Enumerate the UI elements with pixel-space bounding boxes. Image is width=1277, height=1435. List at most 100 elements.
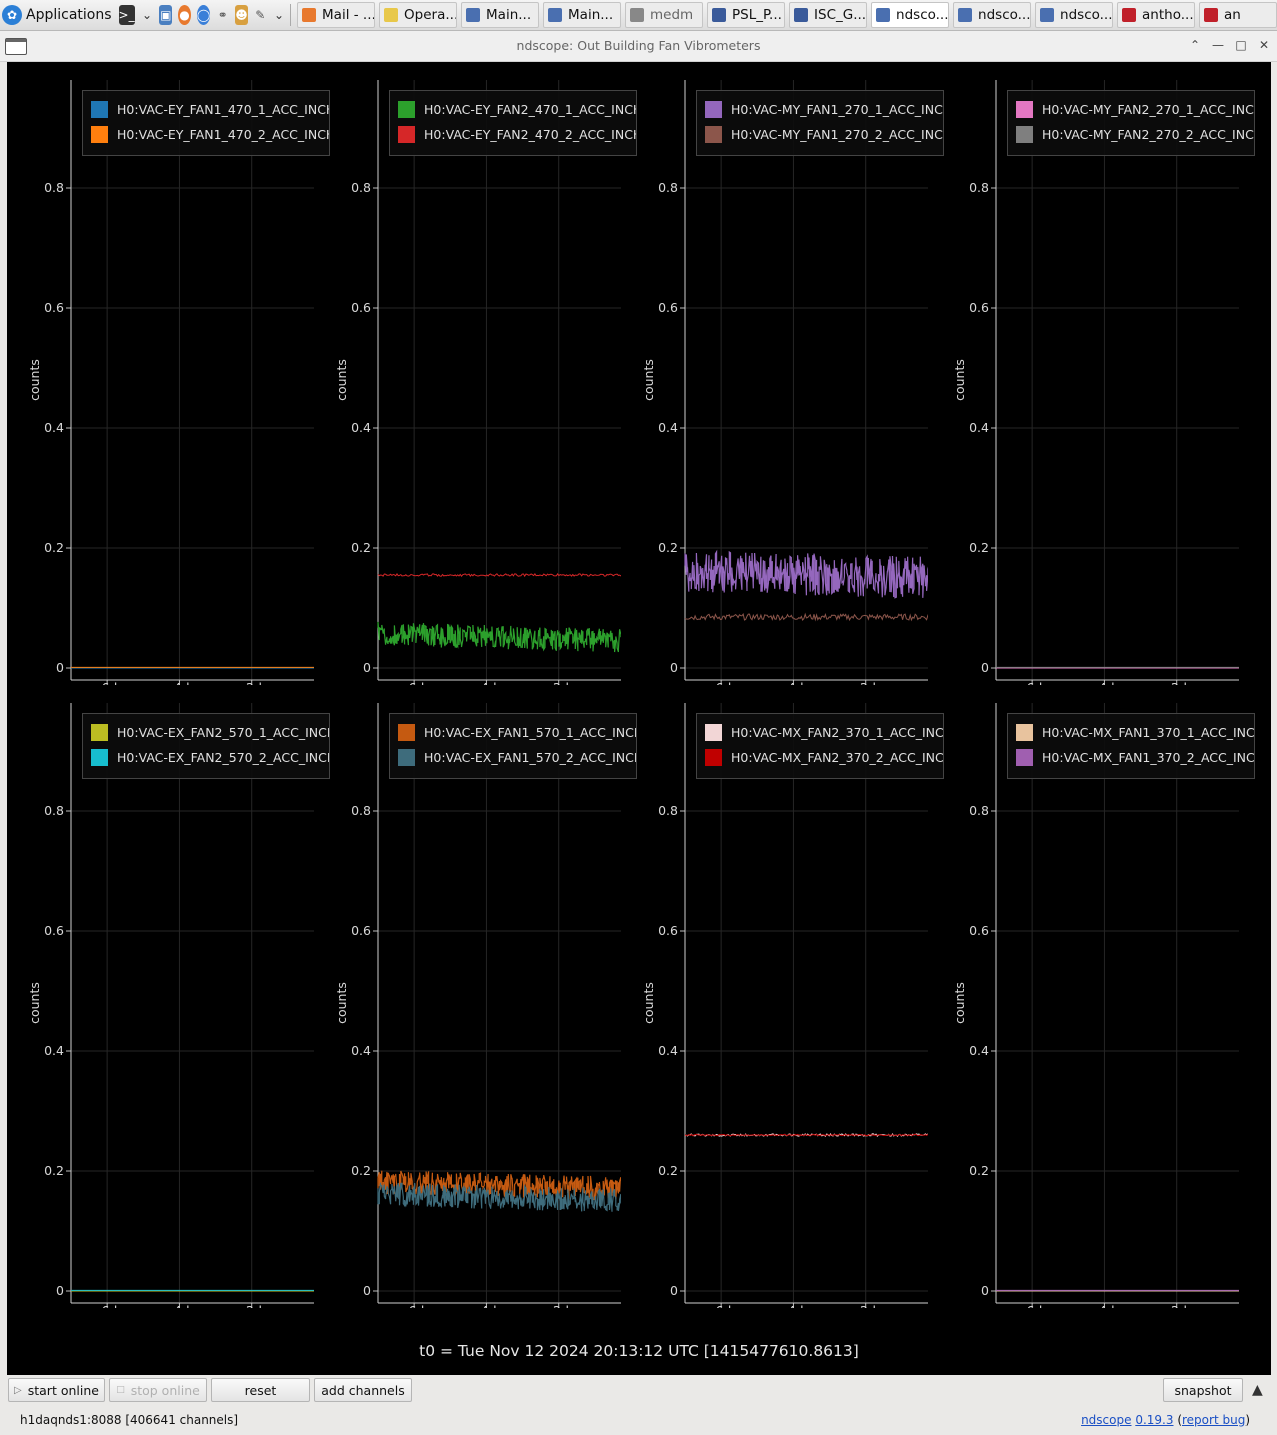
legend-entry[interactable]: H0:VAC-EY_FAN2_470_2_ACC_INCH bbox=[398, 124, 636, 144]
taskbar-task[interactable]: Main... bbox=[543, 2, 622, 28]
chevron-down-icon[interactable]: ⌄ bbox=[141, 5, 154, 25]
taskbar-task-label: antho... bbox=[1142, 7, 1194, 23]
legend-channel-name: H0:VAC-EY_FAN1_470_2_ACC_INCH bbox=[117, 126, 330, 142]
applications-label: Applications bbox=[26, 7, 112, 23]
y-tick-label: 0.4 bbox=[658, 1043, 678, 1058]
taskbar-task-label: Main... bbox=[486, 7, 532, 23]
y-tick-label: 0.6 bbox=[969, 923, 989, 938]
plot-legend[interactable]: H0:VAC-EY_FAN2_470_1_ACC_INCH H0:VAC-EY_F… bbox=[389, 90, 637, 156]
plot-panel[interactable]: 00.20.40.60.8-6d-4d-2d0countsH0:VAC-EX_F… bbox=[314, 685, 637, 1308]
maximize-icon[interactable]: □ bbox=[1233, 37, 1249, 53]
y-axis-label: counts bbox=[952, 982, 967, 1024]
legend-swatch bbox=[1016, 723, 1033, 741]
legend-entry[interactable]: H0:VAC-MX_FAN2_370_1_ACC_INCH bbox=[705, 722, 943, 742]
version-link[interactable]: 0.19.3 bbox=[1135, 1413, 1173, 1427]
share-icon[interactable]: ⚭ bbox=[216, 5, 229, 25]
legend-entry[interactable]: H0:VAC-EY_FAN1_470_2_ACC_INCH bbox=[91, 124, 330, 144]
y-tick-label: 0.8 bbox=[44, 803, 64, 818]
chevron-down-icon[interactable]: ⌄ bbox=[273, 5, 286, 25]
stop-online-button[interactable]: □ stop online bbox=[109, 1378, 207, 1402]
y-tick-label: 0.4 bbox=[969, 420, 989, 435]
applications-menu-button[interactable]: ✿ Applications bbox=[0, 2, 116, 28]
users-icon[interactable]: ☻ bbox=[235, 5, 248, 25]
legend-entry[interactable]: H0:VAC-EY_FAN2_470_1_ACC_INCH bbox=[398, 99, 637, 119]
taskbar-task[interactable]: medm bbox=[625, 2, 704, 28]
plot-panel[interactable]: 00.20.40.60.8-6d-4d-2d0countsH0:VAC-MY_F… bbox=[621, 62, 944, 685]
legend-entry[interactable]: H0:VAC-EX_FAN2_570_2_ACC_INCH bbox=[91, 747, 329, 767]
taskbar-task[interactable]: Mail - ... bbox=[297, 2, 376, 28]
legend-channel-name: H0:VAC-MX_FAN1_370_2_ACC_INCH bbox=[1042, 749, 1255, 765]
y-axis-label: counts bbox=[952, 359, 967, 401]
legend-channel-name: H0:VAC-EX_FAN2_570_1_ACC_INCH bbox=[117, 724, 330, 740]
close-icon[interactable]: ✕ bbox=[1256, 37, 1272, 53]
plot-legend[interactable]: H0:VAC-EX_FAN2_570_1_ACC_INCH H0:VAC-EX_F… bbox=[82, 713, 330, 779]
reset-button[interactable]: reset bbox=[211, 1378, 310, 1402]
chevron-up-icon[interactable]: ⌃ bbox=[1187, 37, 1203, 53]
taskbar-task[interactable]: Main... bbox=[461, 2, 540, 28]
chromium-icon[interactable]: ◯ bbox=[196, 5, 211, 25]
legend-channel-name: H0:VAC-MY_FAN1_270_2_ACC_INCH bbox=[731, 126, 944, 142]
y-tick-label: 0.8 bbox=[44, 180, 64, 195]
taskbar-task[interactable]: Opera... bbox=[379, 2, 458, 28]
ndscope-link[interactable]: ndscope bbox=[1081, 1413, 1131, 1427]
x-tick-label: -2d bbox=[242, 1303, 262, 1308]
snapshot-button[interactable]: snapshot bbox=[1163, 1378, 1243, 1402]
folder-icon[interactable]: ▣ bbox=[159, 5, 173, 25]
taskbar: ✿ Applications >_ ⌄ ▣ ● ◯ ⚭ ☻ ✎ ⌄ Mail -… bbox=[0, 0, 1277, 31]
start-online-button[interactable]: ▷ start online bbox=[8, 1378, 105, 1402]
window-app-icon bbox=[302, 8, 317, 22]
legend-entry[interactable]: H0:VAC-EY_FAN1_470_1_ACC_INCH bbox=[91, 99, 329, 119]
add-channels-button[interactable]: add channels bbox=[314, 1378, 412, 1402]
plot-panel[interactable]: 00.20.40.60.8-6d-4d-2d0countsH0:VAC-EY_F… bbox=[7, 62, 330, 685]
taskbar-task[interactable]: antho... bbox=[1117, 2, 1196, 28]
plot-panel[interactable]: 00.20.40.60.8-6d-4d-2d0countsH0:VAC-EX_F… bbox=[7, 685, 330, 1308]
legend-entry[interactable]: H0:VAC-MY_FAN1_270_2_ACC_INCH bbox=[705, 124, 944, 144]
task-list: Mail - ... Opera... Main... Main... medm PSL_… bbox=[293, 2, 1277, 28]
legend-entry[interactable]: H0:VAC-MY_FAN2_270_1_ACC_INCH bbox=[1016, 99, 1254, 119]
taskbar-task[interactable]: ISC_G... bbox=[789, 2, 868, 28]
y-tick-label: 0.8 bbox=[969, 803, 989, 818]
plot-panel[interactable]: 00.20.40.60.8-6d-4d-2d0countsH0:VAC-MX_F… bbox=[621, 685, 944, 1308]
firefox-icon[interactable]: ● bbox=[178, 5, 191, 25]
legend-entry[interactable]: H0:VAC-EX_FAN1_570_2_ACC_INCH bbox=[398, 747, 636, 767]
plot-legend[interactable]: H0:VAC-EY_FAN1_470_1_ACC_INCH H0:VAC-EY_F… bbox=[82, 90, 330, 156]
y-tick-label: 0.2 bbox=[658, 540, 678, 555]
y-tick-label: 0.6 bbox=[658, 300, 678, 315]
terminal-icon[interactable]: >_ bbox=[118, 5, 135, 25]
text-editor-icon[interactable]: ✎ bbox=[254, 5, 267, 25]
legend-swatch bbox=[398, 723, 415, 741]
plot-legend[interactable]: H0:VAC-MX_FAN2_370_1_ACC_INCH H0:VAC-MX_F… bbox=[696, 713, 944, 779]
report-bug-link[interactable]: report bug bbox=[1182, 1413, 1245, 1427]
plot-legend[interactable]: H0:VAC-MY_FAN1_270_1_ACC_INCH H0:VAC-MY_F… bbox=[696, 90, 944, 156]
minimize-icon[interactable]: — bbox=[1210, 37, 1226, 53]
legend-entry[interactable]: H0:VAC-MX_FAN1_370_1_ACC_INCH bbox=[1016, 722, 1254, 742]
plot-panel[interactable]: 00.20.40.60.8-6d-4d-2d0countsH0:VAC-MY_F… bbox=[932, 62, 1255, 685]
taskbar-task-label: an bbox=[1224, 7, 1241, 23]
plot-legend[interactable]: H0:VAC-MY_FAN2_270_1_ACC_INCH H0:VAC-MY_F… bbox=[1007, 90, 1255, 156]
taskbar-task[interactable]: PSL_P... bbox=[707, 2, 786, 28]
legend-entry[interactable]: H0:VAC-EX_FAN1_570_1_ACC_INCH bbox=[398, 722, 636, 742]
window-app-icon bbox=[548, 8, 563, 22]
plot-legend[interactable]: H0:VAC-EX_FAN1_570_1_ACC_INCH H0:VAC-EX_F… bbox=[389, 713, 637, 779]
plot-panel[interactable]: 00.20.40.60.8-6d-4d-2d0countsH0:VAC-MX_F… bbox=[932, 685, 1255, 1308]
y-tick-label: 0 bbox=[670, 1283, 678, 1298]
plot-panel[interactable]: 00.20.40.60.8-6d-4d-2d0countsH0:VAC-EY_F… bbox=[314, 62, 637, 685]
legend-entry[interactable]: H0:VAC-EX_FAN2_570_1_ACC_INCH bbox=[91, 722, 330, 742]
legend-entry[interactable]: H0:VAC-MY_FAN1_270_1_ACC_INCH bbox=[705, 99, 943, 119]
taskbar-task[interactable]: ndsco... bbox=[871, 2, 950, 28]
taskbar-task[interactable]: ndsco... bbox=[1035, 2, 1114, 28]
y-axis-label: counts bbox=[334, 359, 349, 401]
legend-entry[interactable]: H0:VAC-MY_FAN2_270_2_ACC_INCH bbox=[1016, 124, 1254, 144]
window-titlebar[interactable]: ndscope: Out Building Fan Vibrometers ⌃ … bbox=[0, 31, 1277, 62]
x-tick-label: -2d bbox=[1167, 1303, 1187, 1308]
y-tick-label: 0.6 bbox=[351, 923, 371, 938]
legend-entry[interactable]: H0:VAC-MX_FAN2_370_2_ACC_INCH bbox=[705, 747, 943, 767]
collapse-up-icon[interactable]: ▲ bbox=[1252, 1382, 1263, 1398]
taskbar-task[interactable]: an bbox=[1199, 2, 1277, 28]
legend-entry[interactable]: H0:VAC-MX_FAN1_370_2_ACC_INCH bbox=[1016, 747, 1255, 767]
taskbar-task[interactable]: ndsco... bbox=[953, 2, 1032, 28]
window-app-icon bbox=[794, 8, 809, 22]
legend-channel-name: H0:VAC-EY_FAN2_470_1_ACC_INCH bbox=[424, 101, 637, 117]
y-tick-label: 0.4 bbox=[969, 1043, 989, 1058]
plot-legend[interactable]: H0:VAC-MX_FAN1_370_1_ACC_INCH H0:VAC-MX_F… bbox=[1007, 713, 1255, 779]
